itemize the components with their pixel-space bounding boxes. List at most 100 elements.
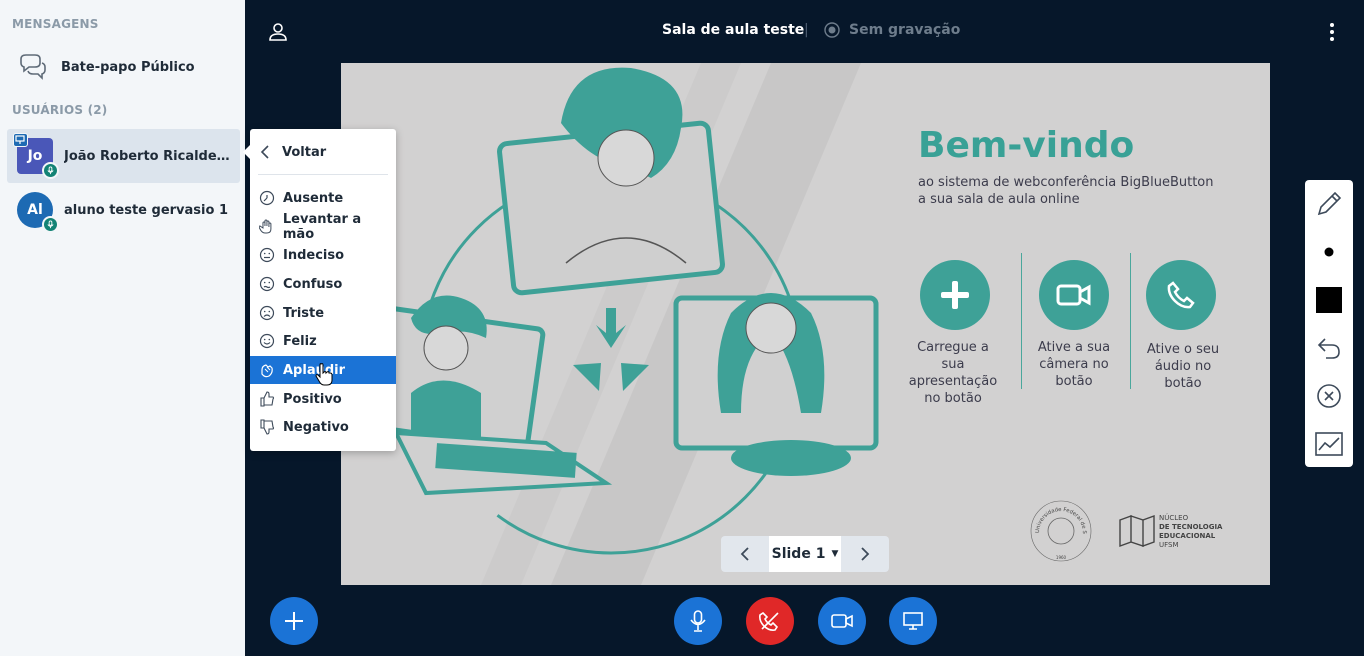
status-item-label: Confuso [283, 276, 343, 292]
status-item-label: Triste [283, 305, 325, 321]
whiteboard-chart-icon [1315, 432, 1343, 456]
menu-divider [258, 174, 388, 175]
confused-face-icon [259, 276, 275, 292]
record-icon[interactable] [824, 22, 840, 38]
undo-icon [1317, 338, 1340, 359]
microphone-icon [42, 216, 59, 233]
slide-navigation: Slide 1 ▼ [721, 536, 889, 572]
options-kebab-icon[interactable] [1322, 20, 1342, 44]
divider [1130, 253, 1131, 389]
plus-icon [285, 612, 303, 630]
nte-logo-line: EDUCACIONAL [1159, 532, 1216, 540]
applause-icon [261, 364, 273, 378]
share-screen-button[interactable] [889, 597, 937, 645]
title-separator: | [804, 22, 809, 38]
next-slide-button[interactable] [841, 536, 889, 572]
nte-book-logo [1119, 515, 1155, 547]
caret-down-icon: ▼ [831, 549, 839, 559]
user-list-item[interactable]: Al aluno teste gervasio 1 [7, 183, 240, 237]
room-title: Sala de aula teste [662, 22, 805, 38]
chevron-right-icon [861, 547, 870, 561]
happy-face-icon [259, 333, 275, 349]
user-name: aluno teste gervasio 1 [64, 202, 228, 218]
status-item-label: Levantar a mão [282, 212, 362, 242]
pencil-icon [1317, 191, 1342, 216]
avatar: Al [17, 192, 59, 233]
users-section-title: USUÁRIOS (2) [12, 103, 108, 117]
slide-select[interactable]: Slide 1 ▼ [769, 536, 841, 572]
microphone-icon [42, 162, 59, 179]
nte-logo-text: NÚCLEO DE TECNOLOGIA EDUCACIONAL UFSM [1159, 514, 1222, 550]
svg-text:Universidade Federal de Santa: Universidade Federal de Santa Maria [1029, 499, 1087, 535]
status-item-label: Indeciso [283, 247, 345, 263]
plus-icon [920, 260, 990, 330]
phone-hangup-icon [759, 611, 779, 631]
status-item-label: Positivo [283, 391, 342, 407]
ufsm-seal-text: Universidade Federal de Santa Maria [1029, 499, 1087, 535]
camera-icon [1039, 260, 1109, 330]
back-menu-item[interactable]: Voltar [250, 137, 396, 167]
public-chat-label: Bate-papo Público [61, 59, 195, 75]
user-list-toggle-icon[interactable] [266, 20, 290, 44]
color-swatch-icon [1316, 287, 1342, 313]
avatar-initials: Al [27, 202, 43, 218]
welcome-subtitle-line2: a sua sala de aula online [918, 192, 1080, 207]
status-item-triste[interactable]: Triste [250, 299, 396, 327]
undo-button[interactable] [1305, 324, 1353, 372]
clear-circle-icon [1317, 384, 1341, 408]
user-list-sidebar: MENSAGENS Bate-papo Público USUÁRIOS (2)… [0, 0, 245, 656]
status-menu: Voltar Ausente Levantar a mão Indeciso C… [243, 129, 396, 451]
microphone-icon [690, 610, 706, 632]
presenter-icon [13, 133, 28, 147]
audio-caption: Ative o seu áudio no botão [1146, 342, 1220, 391]
thumbs-up-icon [260, 391, 275, 407]
nte-logo-line: NÚCLEO [1159, 514, 1189, 522]
status-item-positivo[interactable]: Positivo [250, 385, 396, 413]
mute-microphone-button[interactable] [674, 597, 722, 645]
desktop-icon [903, 612, 923, 630]
pencil-tool-button[interactable] [1305, 180, 1353, 228]
avatar-initials: Jo [27, 148, 43, 164]
public-chat-item[interactable]: Bate-papo Público [0, 44, 245, 90]
clear-all-button[interactable] [1305, 372, 1353, 420]
multi-user-button[interactable] [1305, 420, 1353, 468]
dot-icon [1324, 247, 1334, 257]
previous-slide-button[interactable] [721, 536, 769, 572]
sad-face-icon [259, 305, 275, 321]
chevron-left-icon [740, 547, 749, 561]
share-webcam-button[interactable] [818, 597, 866, 645]
welcome-title: Bem-vindo [918, 125, 1135, 166]
clock-icon [259, 190, 275, 206]
presentation-slide: Bem-vindo ao sistema de webconferência B… [341, 63, 1270, 585]
chevron-left-icon [260, 145, 269, 159]
whiteboard-toolbar [1305, 180, 1353, 467]
status-item-label: Negativo [283, 419, 349, 435]
back-label: Voltar [282, 144, 327, 160]
divider [1021, 253, 1022, 389]
nte-logo-line: UFSM [1159, 541, 1179, 549]
neutral-face-icon [259, 247, 275, 263]
hand-icon [259, 219, 272, 234]
camera-caption: Ative a sua câmera no botão [1037, 340, 1111, 389]
thumbs-down-icon [260, 419, 275, 435]
user-list-item[interactable]: Jo João Roberto Ricalde G... [7, 129, 240, 183]
ufsm-seal-logo: Universidade Federal de Santa Maria 1960 [1029, 499, 1092, 562]
recording-status[interactable]: Sem gravação [849, 22, 960, 38]
user-name: João Roberto Ricalde G... [64, 148, 234, 164]
actions-button[interactable] [270, 597, 318, 645]
status-item-label: Ausente [283, 190, 344, 206]
leave-audio-button[interactable] [746, 597, 794, 645]
status-item-ausente[interactable]: Ausente [250, 184, 396, 212]
status-item-indeciso[interactable]: Indeciso [250, 241, 396, 269]
thickness-tool-button[interactable] [1305, 228, 1353, 276]
hand-cursor-icon [315, 363, 333, 386]
ufsm-seal-year: 1960 [1056, 555, 1067, 560]
status-item-negativo[interactable]: Negativo [250, 413, 396, 441]
status-item-confuso[interactable]: Confuso [250, 270, 396, 298]
status-item-feliz[interactable]: Feliz [250, 327, 396, 355]
upload-caption: Carregue a sua apresentação no botão [908, 340, 998, 406]
status-item-levantar-mao[interactable]: Levantar a mão [250, 212, 396, 242]
status-item-label: Feliz [283, 333, 317, 349]
camera-icon [831, 614, 853, 628]
color-tool-button[interactable] [1305, 276, 1353, 324]
